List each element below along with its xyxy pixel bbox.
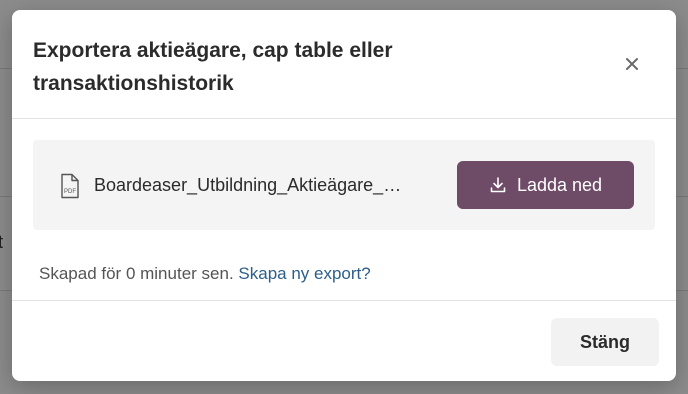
dialog-header: Exportera aktieägare, cap table eller tr… xyxy=(12,10,676,119)
dialog-title: Exportera aktieägare, cap table eller tr… xyxy=(33,39,393,95)
export-status: Skapad för 0 minuter sen. Skapa ny expor… xyxy=(39,264,371,284)
dialog-body: PDF Boardeaser_Utbildning_Aktieägare_… L… xyxy=(12,119,676,301)
export-file-card: PDF Boardeaser_Utbildning_Aktieägare_… L… xyxy=(33,140,655,230)
created-text: Skapad för 0 minuter sen. xyxy=(39,264,234,283)
pdf-file-icon: PDF xyxy=(58,173,82,199)
download-icon xyxy=(489,176,507,194)
pdf-icon-label: PDF xyxy=(64,189,76,195)
close-button[interactable]: Stäng xyxy=(551,318,659,366)
dialog-footer: Stäng xyxy=(12,301,676,381)
file-name: Boardeaser_Utbildning_Aktieägare_… xyxy=(94,175,402,195)
download-button[interactable]: Ladda ned xyxy=(457,161,634,209)
new-export-link[interactable]: Skapa ny export? xyxy=(238,264,370,283)
export-dialog: Exportera aktieägare, cap table eller tr… xyxy=(12,10,676,381)
close-icon[interactable] xyxy=(622,54,642,74)
download-button-label: Ladda ned xyxy=(516,174,603,195)
